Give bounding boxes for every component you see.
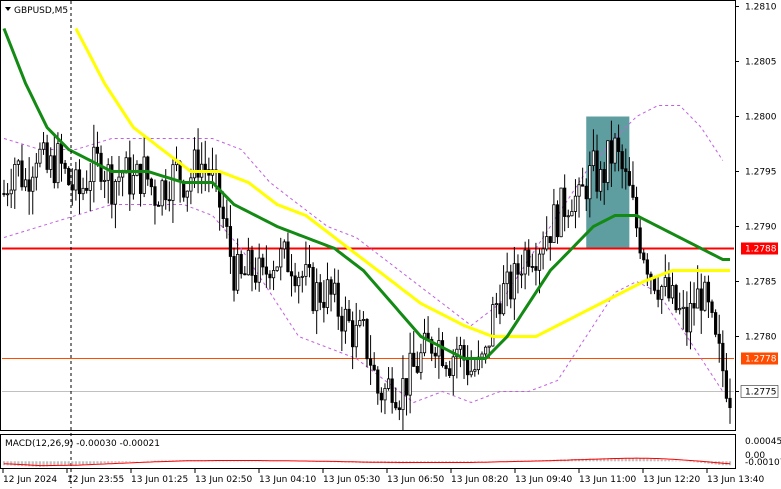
candle [491, 296, 495, 347]
macd-tick-label: 0.00045 [745, 437, 781, 447]
time-tick-label: 12 Jun 23:55 [67, 475, 124, 485]
time-tick-label: 13 Jun 12:20 [643, 475, 700, 485]
price-tick-label: 1.2795 [745, 168, 777, 178]
candle [311, 262, 315, 314]
time-tick-label: 12 Jun 2024 [3, 475, 57, 485]
candle [67, 166, 71, 186]
candle [674, 283, 678, 313]
time-tick-label: 13 Jun 01:25 [131, 475, 188, 485]
price-tick-label: 1.2805 [745, 58, 777, 68]
time-tick-label: 13 Jun 08:20 [451, 475, 508, 485]
price-tick-label: 1.2800 [745, 113, 777, 123]
svg-text:1.2778: 1.2778 [745, 355, 777, 365]
svg-text:1.2788: 1.2788 [745, 245, 777, 255]
macd-title: MACD(12,26,9) -0.00030 -0.00021 [5, 439, 160, 449]
svg-text:1.2775: 1.2775 [745, 388, 777, 398]
price-tick-label: 1.2810 [745, 3, 777, 13]
chart-title-group: GBPUSD,M5 [5, 6, 68, 16]
price-tick-label: 1.2785 [745, 278, 777, 288]
time-tick-label: 13 Jun 11:00 [579, 475, 636, 485]
time-tick-label: 13 Jun 06:50 [387, 475, 444, 485]
candle [559, 187, 563, 238]
time-tick-label: 13 Jun 09:40 [515, 475, 572, 485]
price-tag-0: 1.2788 [741, 242, 778, 255]
candle [606, 140, 610, 191]
time-tick-label: 13 Jun 04:10 [259, 475, 316, 485]
macd-tick-label: -0.00107 [745, 458, 781, 468]
chart-canvas: 1.2775 1.2780 1.2785 1.2790 1.2795 1.2800 1.28… [0, 0, 781, 489]
chart-background [0, 0, 781, 489]
price-tick-label: 1.2790 [745, 223, 777, 233]
candle [714, 309, 718, 338]
price-tag-1: 1.2778 [741, 352, 778, 365]
time-tick-label: 13 Jun 05:30 [323, 475, 380, 485]
price-tick-label: 1.2780 [745, 333, 777, 343]
price-tag-2: 1.2775 [740, 385, 779, 398]
chart-title: GBPUSD,M5 [14, 6, 68, 16]
time-tick-label: 13 Jun 13:40 [707, 475, 764, 485]
time-tick-label: 13 Jun 02:50 [195, 475, 252, 485]
